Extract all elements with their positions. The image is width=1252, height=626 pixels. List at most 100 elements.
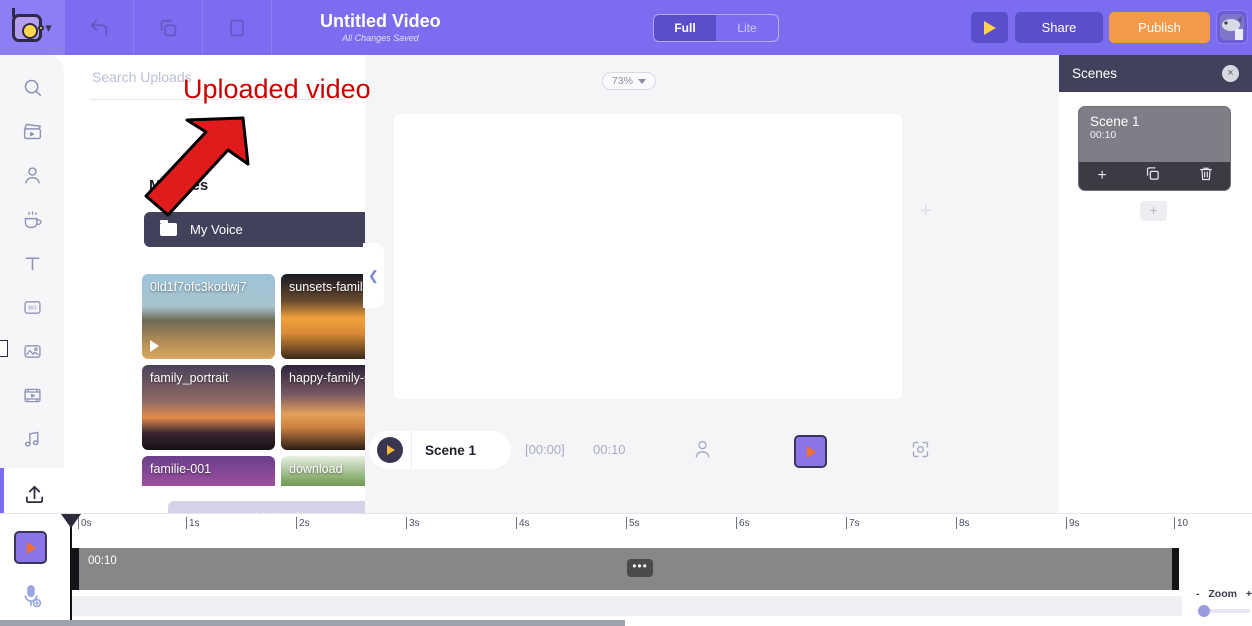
sidebar-item-search[interactable]	[9, 65, 55, 109]
scene-play-button[interactable]	[377, 437, 403, 463]
app-logo[interactable]: ▾	[0, 0, 64, 55]
video-editor-app: ▾ Untitled Video All Changes Saved	[0, 0, 1252, 626]
media-item[interactable]: family_portrait	[142, 365, 275, 450]
scene-card-duration: 00:10	[1090, 129, 1230, 141]
scene-card-name: Scene 1	[1090, 114, 1230, 129]
duplicate-button[interactable]	[134, 0, 202, 55]
svg-text:BG: BG	[28, 305, 37, 311]
add-scene-button[interactable]: +	[1140, 201, 1167, 221]
timeline-track-icons	[0, 514, 64, 626]
sidebar-item-avatar[interactable]	[9, 153, 55, 197]
document-title-block: Untitled Video All Changes Saved	[320, 0, 441, 55]
clip-trim-handle-right[interactable]	[1172, 548, 1179, 590]
timeline-audio-track[interactable]	[72, 596, 1182, 616]
scene-media-button[interactable]	[794, 435, 827, 468]
undo-button[interactable]	[65, 0, 133, 55]
text-icon	[22, 253, 43, 274]
logo-ear	[38, 25, 44, 31]
close-icon[interactable]: ×	[1222, 65, 1239, 82]
sidebar-item-image[interactable]	[9, 329, 55, 373]
video-canvas[interactable]	[394, 114, 902, 399]
timeline-zoom-controls: - Zoom +	[1196, 588, 1252, 600]
scenes-panel: Scenes × Scene 1 00:10 +	[1059, 55, 1252, 513]
ruler-tick-label: 6s	[739, 518, 750, 529]
zoom-in-button[interactable]: +	[1246, 588, 1252, 600]
ruler-tick-label: 0s	[81, 518, 92, 529]
app-logo-icon	[12, 14, 42, 42]
duplicate-icon	[157, 17, 179, 39]
horizontal-scrollbar[interactable]	[0, 620, 625, 626]
save-status: All Changes Saved	[342, 33, 419, 43]
mode-full-tab[interactable]: Full	[654, 15, 716, 41]
page-icon	[227, 17, 247, 39]
scene-selector[interactable]: Scene 1	[369, 431, 511, 469]
sidebar-item-background[interactable]: BG	[9, 285, 55, 329]
ruler-tick-label: 3s	[409, 518, 420, 529]
scenes-panel-title: Scenes	[1072, 66, 1117, 81]
divider	[271, 0, 272, 55]
media-item-name: family_portrait	[150, 371, 269, 385]
scene-focus-button[interactable]	[910, 438, 931, 466]
chevron-down-icon	[638, 79, 646, 84]
ruler-tick-label: 5s	[629, 518, 640, 529]
trash-icon	[1198, 165, 1214, 182]
ruler-tick-label: 1s	[189, 518, 200, 529]
video-clip-icon	[27, 542, 36, 554]
clip-menu-button[interactable]: •••	[627, 559, 653, 577]
chevron-down-icon[interactable]: ▾	[45, 20, 52, 36]
document-title[interactable]: Untitled Video	[320, 12, 441, 31]
music-icon	[22, 429, 43, 450]
media-item[interactable]: familie-001	[142, 456, 275, 486]
microphone-icon	[18, 582, 44, 610]
search-icon	[22, 77, 43, 98]
scene-avatar-button[interactable]	[692, 438, 713, 466]
preview-play-button[interactable]	[971, 12, 1008, 43]
clip-duration-label: 00:10	[88, 555, 117, 567]
sidebar-item-music[interactable]	[9, 417, 55, 461]
panel-resize-notch[interactable]	[0, 340, 8, 357]
media-item[interactable]: 0ld1f7ofc3kodwj7	[142, 274, 275, 359]
add-element-plus[interactable]: +	[920, 201, 932, 221]
timeline-audio-track-button[interactable]	[18, 582, 44, 615]
scene-name: Scene 1	[425, 443, 476, 458]
delete-scene-button[interactable]	[1198, 165, 1214, 187]
mode-toggle[interactable]: Full Lite	[653, 14, 779, 42]
timeline-zoom-slider[interactable]	[1198, 609, 1250, 613]
sidebar-item-video[interactable]	[9, 373, 55, 417]
video-icon	[22, 385, 43, 406]
background-icon: BG	[22, 297, 43, 318]
play-icon	[387, 445, 395, 455]
add-scene-icon[interactable]: +	[1097, 167, 1106, 185]
mode-lite-tab[interactable]: Lite	[716, 15, 778, 41]
ruler-tick-label: 4s	[519, 518, 530, 529]
zoom-out-button[interactable]: -	[1196, 588, 1200, 600]
ruler-tick-label: 7s	[849, 518, 860, 529]
duplicate-scene-button[interactable]	[1144, 165, 1161, 187]
zoom-label: Zoom	[1208, 588, 1237, 600]
total-duration: 00:10	[593, 442, 626, 457]
sidebar-item-text[interactable]	[9, 241, 55, 285]
zoom-slider-knob[interactable]	[1198, 605, 1210, 617]
collapse-panel-handle[interactable]: ❮	[363, 243, 384, 308]
props-icon	[22, 209, 43, 230]
share-button[interactable]: Share	[1015, 12, 1103, 43]
image-icon	[22, 341, 43, 362]
page-button[interactable]	[203, 0, 271, 55]
ruler-tick-label: 10	[1177, 518, 1188, 529]
media-item-name: 0ld1f7ofc3kodwj7	[150, 280, 269, 294]
canvas-zoom-value: 73%	[612, 75, 633, 87]
sidebar-item-props[interactable]	[9, 197, 55, 241]
timeline-video-track-button[interactable]	[14, 531, 47, 564]
sidebar-item-scene[interactable]	[9, 109, 55, 153]
timeline-clip[interactable]: 00:10 •••	[79, 548, 1172, 590]
publish-button[interactable]: Publish	[1109, 12, 1210, 43]
scene-card-tools: +	[1079, 162, 1231, 190]
video-clip-icon	[807, 446, 816, 458]
media-item-name: familie-001	[150, 462, 269, 476]
divider	[411, 431, 412, 469]
clip-trim-handle-left[interactable]	[72, 548, 79, 590]
user-avatar[interactable]	[1216, 10, 1248, 44]
canvas-zoom-selector[interactable]: 73%	[602, 72, 656, 90]
timeline-ruler[interactable]: 0s 1s 2s 3s 4s 5s 6s 7s 8s 9s 10	[64, 514, 1252, 539]
scene-card[interactable]: Scene 1 00:10 +	[1078, 106, 1231, 191]
